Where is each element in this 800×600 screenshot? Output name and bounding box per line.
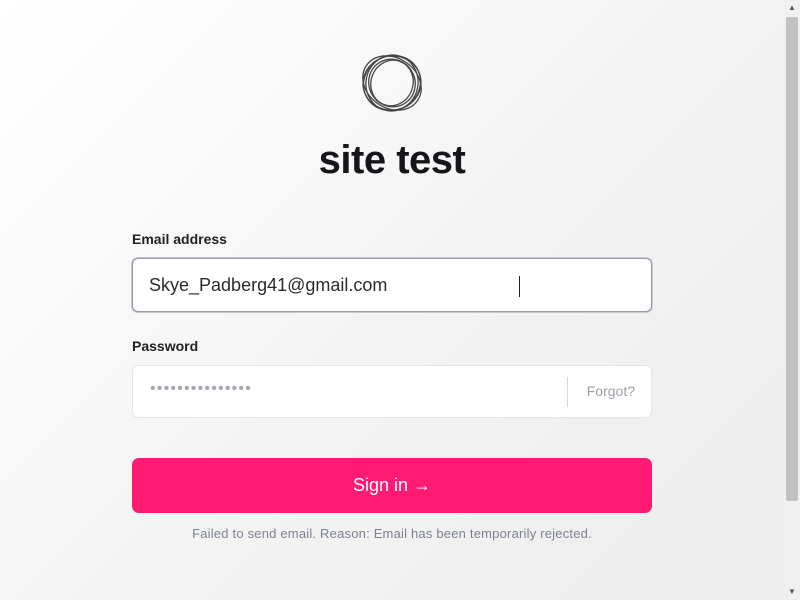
scroll-down-arrow-icon[interactable]: ▼	[784, 584, 800, 600]
error-message: Failed to send email. Reason: Email has …	[192, 526, 592, 541]
password-label: Password	[132, 338, 199, 354]
email-field[interactable]	[132, 258, 652, 312]
password-mask[interactable]: •••••••••••••••	[150, 380, 252, 398]
vertical-scrollbar[interactable]: ▲ ▼	[784, 0, 800, 600]
email-input[interactable]	[133, 259, 651, 311]
password-divider	[567, 377, 568, 407]
forgot-password-link[interactable]: Forgot?	[587, 383, 635, 399]
email-label: Email address	[132, 231, 227, 247]
scrollbar-thumb[interactable]	[786, 17, 798, 501]
sign-in-button[interactable]: Sign in →	[132, 458, 652, 513]
text-caret	[519, 276, 520, 297]
ring-logo-icon	[362, 54, 422, 112]
password-field[interactable]: ••••••••••••••• Forgot?	[132, 365, 652, 418]
login-page: site test Email address Password •••••••…	[0, 0, 784, 600]
page-title: site test	[318, 138, 466, 182]
scroll-up-arrow-icon[interactable]: ▲	[784, 0, 800, 16]
